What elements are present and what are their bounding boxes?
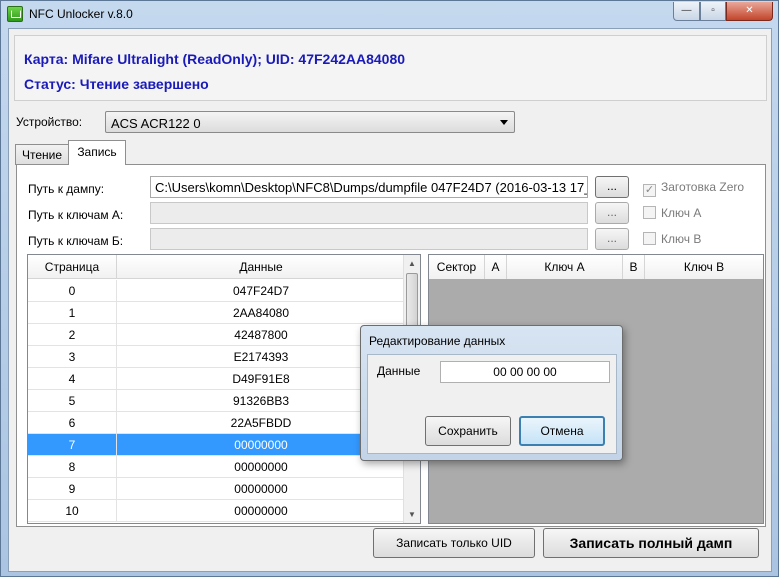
table-row[interactable]: 1 2AA84080 <box>28 302 405 324</box>
data-cell: 2AA84080 <box>232 306 290 320</box>
page-cell: 7 <box>28 434 117 456</box>
minimize-button[interactable]: — <box>673 2 700 21</box>
tab-write[interactable]: Запись <box>68 140 126 165</box>
page-cell: 6 <box>28 412 117 434</box>
column-header-key-b[interactable]: Ключ B <box>645 255 763 279</box>
table-row[interactable]: 0 047F24D7 <box>28 280 405 302</box>
keys-a-path-field[interactable] <box>150 202 588 224</box>
key-a-checkbox[interactable] <box>643 206 656 219</box>
dialog-body: Данные 00 00 00 00 Сохранить Отмена <box>367 354 617 454</box>
keys-b-path-label: Путь к ключам Б: <box>28 234 124 248</box>
table-row[interactable]: 3 E2174393 <box>28 346 405 368</box>
device-select[interactable]: ACS ACR122 0 <box>105 111 515 133</box>
page-cell: 0 <box>28 280 117 302</box>
key-b-option[interactable]: Ключ B <box>643 232 701 246</box>
data-cell: 047F24D7 <box>232 284 290 298</box>
page-cell: 8 <box>28 456 117 478</box>
keys-a-path-label: Путь к ключам А: <box>28 208 124 222</box>
browse-keys-b-button[interactable]: ... <box>595 228 629 250</box>
card-info-panel: Карта: Mifare Ultralight (ReadOnly); UID… <box>14 35 767 101</box>
scroll-up-icon[interactable]: ▲ <box>404 255 420 272</box>
table-row[interactable]: 8 00000000 <box>28 456 405 478</box>
column-header-page[interactable]: Страница <box>28 255 117 279</box>
maximize-button[interactable]: ▫ <box>700 2 726 21</box>
key-b-checkbox[interactable] <box>643 232 656 245</box>
table-row-selected[interactable]: 7 00000000 <box>28 434 405 456</box>
scroll-down-icon[interactable]: ▼ <box>404 506 420 523</box>
key-a-label: Ключ A <box>661 206 702 220</box>
write-uid-button[interactable]: Записать только UID <box>373 528 535 558</box>
data-cell: 00000000 <box>234 482 288 496</box>
browse-keys-a-button[interactable]: ... <box>595 202 629 224</box>
dialog-title: Редактирование данных <box>369 334 506 348</box>
device-label: Устройство: <box>16 115 83 129</box>
status-text: Статус: Чтение завершено <box>24 76 209 92</box>
card-info-text: Карта: Mifare Ultralight (ReadOnly); UID… <box>24 51 406 67</box>
zero-blank-option[interactable]: ✓ Заготовка Zero <box>643 180 744 197</box>
key-a-option[interactable]: Ключ A <box>643 206 701 220</box>
page-cell: 3 <box>28 346 117 368</box>
dialog-data-label: Данные <box>377 364 421 378</box>
dump-path-label: Путь к дампу: <box>28 182 105 196</box>
table-row[interactable]: 4 D49F91E8 <box>28 368 405 390</box>
table-row[interactable]: 10 00000000 <box>28 500 405 522</box>
keys-b-path-field[interactable] <box>150 228 588 250</box>
zero-blank-checkbox[interactable]: ✓ <box>643 184 656 197</box>
main-window: NFC Unlocker v.8.0 — ▫ ✕ Карта: Mifare U… <box>0 0 779 577</box>
data-cell: 00000000 <box>234 504 288 518</box>
write-full-dump-button[interactable]: Записать полный дамп <box>543 528 759 558</box>
zero-blank-label: Заготовка Zero <box>661 180 745 194</box>
table-row[interactable]: 5 91326BB3 <box>28 390 405 412</box>
title-bar[interactable]: NFC Unlocker v.8.0 — ▫ ✕ <box>1 1 778 27</box>
page-cell: 4 <box>28 368 117 390</box>
window-title: NFC Unlocker v.8.0 <box>29 7 133 21</box>
save-button[interactable]: Сохранить <box>425 416 511 446</box>
page-cell: 10 <box>28 500 117 522</box>
dump-path-field[interactable]: C:\Users\komn\Desktop\NFC8\Dumps/dumpfil… <box>150 176 588 198</box>
column-header-b[interactable]: B <box>623 255 645 279</box>
tab-read[interactable]: Чтение <box>15 144 69 165</box>
column-header-a[interactable]: A <box>485 255 507 279</box>
table-row[interactable]: 2 42487800 <box>28 324 405 346</box>
dialog-data-input[interactable]: 00 00 00 00 <box>440 361 610 383</box>
device-select-value: ACS ACR122 0 <box>111 116 201 131</box>
column-header-data[interactable]: Данные <box>117 255 405 279</box>
page-cell: 5 <box>28 390 117 412</box>
cancel-button[interactable]: Отмена <box>519 416 605 446</box>
column-header-key-a[interactable]: Ключ A <box>507 255 623 279</box>
pages-table-header: Страница Данные <box>28 255 405 279</box>
chevron-down-icon <box>500 120 508 125</box>
nfc-app-icon <box>7 6 23 22</box>
page-cell: 9 <box>28 478 117 500</box>
page-cell: 1 <box>28 302 117 324</box>
edit-data-dialog: Редактирование данных Данные 00 00 00 00… <box>360 325 623 461</box>
page-cell: 2 <box>28 324 117 346</box>
key-b-label: Ключ B <box>661 232 702 246</box>
table-row[interactable]: 9 00000000 <box>28 478 405 500</box>
column-header-sector[interactable]: Сектор <box>429 255 485 279</box>
browse-dump-button[interactable]: ... <box>595 176 629 198</box>
close-button[interactable]: ✕ <box>726 2 773 21</box>
table-row[interactable]: 6 22A5FBDD <box>28 412 405 434</box>
